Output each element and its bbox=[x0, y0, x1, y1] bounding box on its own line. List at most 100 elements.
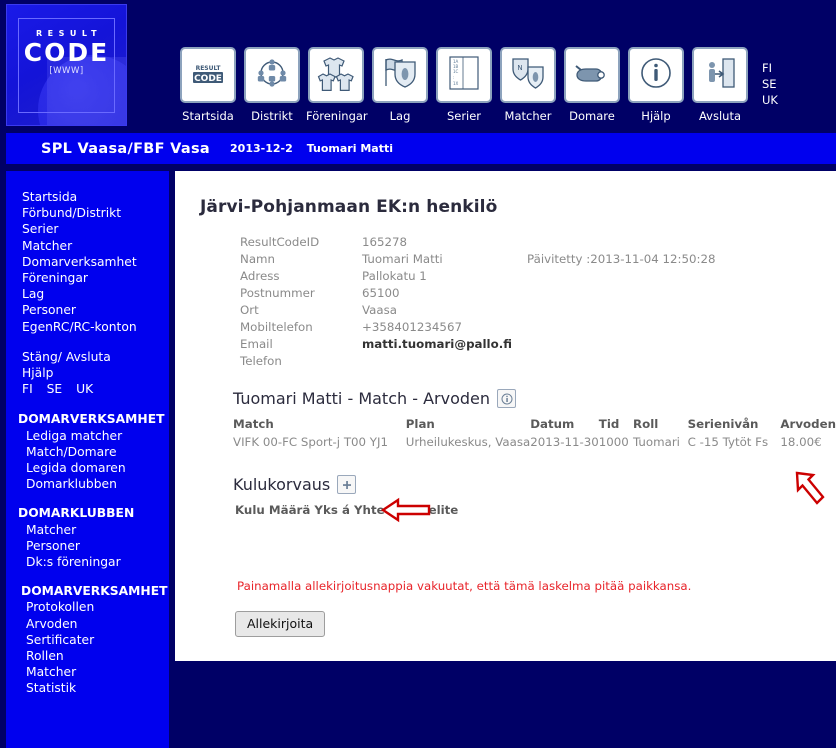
org-title-bar: SPL Vaasa/FBF Vasa 2013-12-2 Tuomari Mat… bbox=[6, 133, 836, 164]
sidebar-heading-domarklubben: DOMARKLUBBEN bbox=[18, 506, 135, 521]
sidebar-item-dks-foreningar[interactable]: Dk:s föreningar bbox=[6, 554, 169, 570]
detail-label: Ort bbox=[240, 302, 259, 317]
svg-text:CODE: CODE bbox=[194, 74, 222, 84]
two-shields-icon: N bbox=[509, 56, 547, 94]
sidebar-item-dk-personer[interactable]: Personer bbox=[6, 538, 169, 554]
lang-fi[interactable]: FI bbox=[762, 60, 778, 76]
sidebar-item-domarklubben[interactable]: Domarklubben bbox=[6, 476, 169, 492]
sidebar-item-startsida[interactable]: Startsida bbox=[6, 189, 169, 205]
sidebar-item-rollen[interactable]: Rollen bbox=[6, 648, 169, 664]
exit-door-icon bbox=[703, 56, 737, 94]
col-roll: Roll bbox=[633, 417, 659, 431]
detail-row: Telefon bbox=[240, 352, 715, 369]
nav-item-startsida[interactable]: RESULT CODE Startsida bbox=[178, 47, 238, 123]
nav-item-matcher[interactable]: N Matcher bbox=[498, 47, 558, 123]
nav-item-distrikt[interactable]: Distrikt bbox=[242, 47, 302, 123]
sidebar-item-dv-matcher[interactable]: Matcher bbox=[6, 664, 169, 680]
sidebar-item-lag[interactable]: Lag bbox=[6, 286, 169, 302]
nav-tile[interactable] bbox=[308, 47, 364, 103]
sidebar-item-dk-matcher[interactable]: Matcher bbox=[6, 522, 169, 538]
top-header: RESULT CODE [WWW] RESULT CODE Startsida bbox=[0, 0, 836, 130]
nav-item-domare[interactable]: Domare bbox=[562, 47, 622, 123]
cell-tid: 1000 bbox=[598, 435, 629, 449]
detail-extra bbox=[527, 233, 715, 250]
standings-list-icon: 1A 1B 1C :1X bbox=[447, 55, 481, 95]
main-nav: RESULT CODE Startsida Distrikt Föreninga… bbox=[178, 47, 750, 123]
app-logo[interactable]: RESULT CODE [WWW] bbox=[6, 4, 127, 126]
sidebar-item-egenrc[interactable]: EgenRC/RC-konton bbox=[6, 319, 169, 335]
lang-se[interactable]: SE bbox=[762, 76, 778, 92]
nav-label: Lag bbox=[389, 109, 411, 123]
nav-tile[interactable] bbox=[244, 47, 300, 103]
lang-uk[interactable]: UK bbox=[762, 92, 778, 108]
resultcode-logo-icon: RESULT CODE bbox=[189, 59, 227, 91]
sidebar-item-personer[interactable]: Personer bbox=[6, 302, 169, 318]
nav-tile[interactable]: N bbox=[500, 47, 556, 103]
jerseys-icon bbox=[317, 55, 355, 95]
sidebar-lang-uk[interactable]: UK bbox=[76, 382, 93, 396]
nav-item-lag[interactable]: Lag bbox=[370, 47, 430, 123]
nav-tile[interactable] bbox=[628, 47, 684, 103]
detail-row: Postnummer 65100 bbox=[240, 284, 715, 301]
sidebar-lang-se[interactable]: SE bbox=[47, 382, 63, 396]
detail-value: 65100 bbox=[362, 285, 400, 300]
sidebar-item-stang-avsluta[interactable]: Stäng/ Avsluta bbox=[6, 349, 169, 365]
svg-text::: : bbox=[453, 75, 454, 80]
table-row[interactable]: VIFK 00-FC Sport-j T00 YJ1 Urheilukeskus… bbox=[233, 435, 836, 449]
arvoden-table: Match Plan Datum Tid Roll Serienivån Arv… bbox=[233, 417, 836, 449]
sidebar-lang-fi[interactable]: FI bbox=[22, 382, 33, 396]
sidebar-item-legida-domaren[interactable]: Legida domaren bbox=[6, 460, 169, 476]
detail-label: Namn bbox=[240, 251, 276, 266]
nav-tile[interactable] bbox=[564, 47, 620, 103]
whistle-icon bbox=[573, 61, 611, 89]
nav-item-serier[interactable]: 1A 1B 1C :1X Serier bbox=[434, 47, 494, 123]
detail-value: 165278 bbox=[362, 234, 408, 249]
detail-row: Ort Vaasa bbox=[240, 301, 715, 318]
nav-tile[interactable] bbox=[372, 47, 428, 103]
nav-tile[interactable]: RESULT CODE bbox=[180, 47, 236, 103]
sidebar-item-protokollen[interactable]: Protokollen bbox=[6, 599, 169, 615]
nav-tile[interactable] bbox=[692, 47, 748, 103]
nav-label: Hjälp bbox=[641, 109, 671, 123]
nav-label: Föreningar bbox=[306, 109, 368, 123]
arvoden-section-heading: Tuomari Matti - Match - Arvoden bbox=[233, 389, 836, 408]
sidebar-item-statistik[interactable]: Statistik bbox=[6, 680, 169, 696]
cell-roll: Tuomari bbox=[633, 435, 680, 449]
detail-label: Postnummer bbox=[240, 285, 315, 300]
updated-timestamp: Päivitetty :2013-11-04 12:50:28 bbox=[527, 251, 716, 266]
sidebar-item-sertificater[interactable]: Sertificater bbox=[6, 632, 169, 648]
info-circle-icon[interactable] bbox=[497, 389, 517, 408]
sidebar-item-matcher[interactable]: Matcher bbox=[6, 238, 169, 254]
signature-warning-text: Painamalla allekirjoitusnappia vakuutat,… bbox=[237, 579, 692, 593]
detail-value bbox=[362, 352, 527, 369]
detail-value: Tuomari Matti bbox=[362, 251, 443, 266]
nav-item-avsluta[interactable]: Avsluta bbox=[690, 47, 750, 123]
current-user: Tuomari Matti bbox=[306, 142, 393, 155]
sidebar-item-domarverksamhet[interactable]: Domarverksamhet bbox=[6, 254, 169, 270]
nav-tile[interactable]: 1A 1B 1C :1X bbox=[436, 47, 492, 103]
sidebar-item-lediga-matcher[interactable]: Lediga matcher bbox=[6, 428, 169, 444]
svg-text:1C: 1C bbox=[453, 69, 459, 74]
nav-item-foreningar[interactable]: Föreningar bbox=[306, 47, 368, 123]
sidebar-item-arvoden[interactable]: Arvoden bbox=[6, 616, 169, 632]
nav-label: Distrikt bbox=[251, 109, 293, 123]
nav-item-hjalp[interactable]: Hjälp bbox=[626, 47, 686, 123]
sidebar-item-forbund-distrikt[interactable]: Förbund/Distrikt bbox=[6, 205, 169, 221]
network-people-icon bbox=[254, 55, 290, 95]
sidebar-item-hjalp[interactable]: Hjälp bbox=[6, 365, 169, 381]
detail-label: Mobiltelefon bbox=[240, 319, 313, 334]
cell-serieniva: C -15 Tytöt Fs bbox=[687, 435, 769, 449]
sidebar-item-match-domare[interactable]: Match/Domare bbox=[6, 444, 169, 460]
detail-row: Mobiltelefon +358401234567 bbox=[240, 318, 715, 335]
col-arvoden: Arvoden bbox=[780, 417, 836, 431]
sign-button[interactable]: Allekirjoita bbox=[235, 611, 326, 637]
detail-label: Email bbox=[240, 336, 273, 351]
plus-icon[interactable] bbox=[337, 475, 357, 494]
detail-row: ResultCodeID 165278 bbox=[240, 233, 715, 250]
email-value[interactable]: matti.tuomari@pallo.fi bbox=[362, 335, 527, 352]
sidebar-item-foreningar[interactable]: Föreningar bbox=[6, 270, 169, 286]
sidebar-item-serier[interactable]: Serier bbox=[6, 221, 169, 237]
